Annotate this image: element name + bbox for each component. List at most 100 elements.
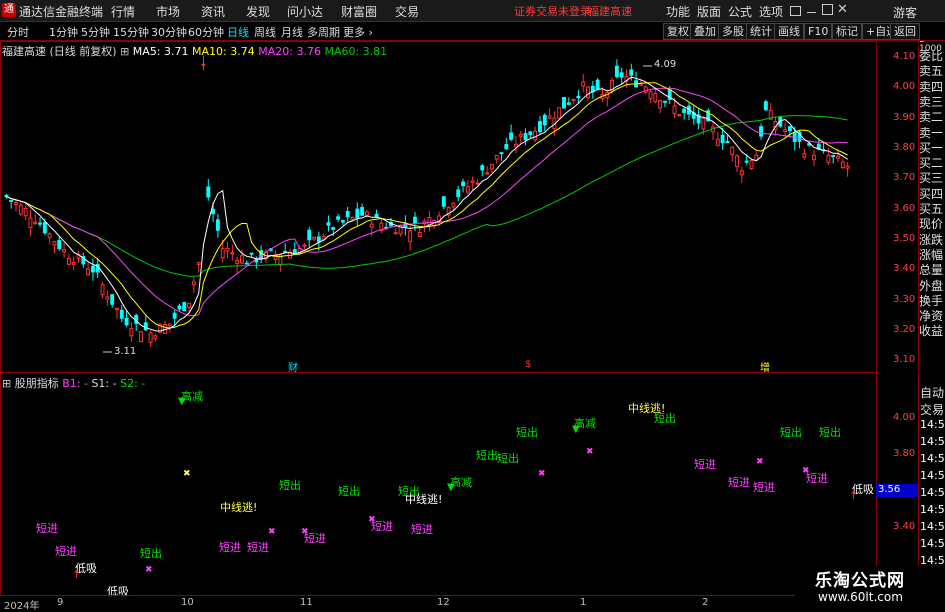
date-tick: 2024年 <box>4 601 40 612</box>
candle-body <box>167 323 172 327</box>
buy-arrow-icon: ↑ <box>849 489 859 502</box>
tab-daily[interactable]: 日线 <box>227 24 249 40</box>
candle-body <box>153 335 158 340</box>
ma5-line <box>6 76 848 332</box>
candle-body <box>586 86 590 98</box>
watermark-title: 乐淘公式网 <box>815 571 905 591</box>
tab-30min[interactable]: 30分钟 <box>151 24 187 40</box>
candle-body <box>662 100 667 103</box>
tab-60min[interactable]: 60分钟 <box>188 24 224 40</box>
back-button[interactable]: 返回 <box>890 23 920 40</box>
candle-body <box>730 146 735 155</box>
cross-marker-icon: ✖ <box>368 515 376 525</box>
menu-ask[interactable]: 问小达 <box>287 3 323 20</box>
candle-body <box>62 249 67 253</box>
stats-button[interactable]: 统计 <box>746 23 776 40</box>
candle-body <box>86 268 91 276</box>
candle-body <box>845 165 850 169</box>
menu-wealth[interactable]: 财富圈 <box>341 3 377 20</box>
menu-news[interactable]: 资讯 <box>201 3 225 20</box>
candle-body <box>489 163 494 170</box>
candle-body <box>100 284 105 296</box>
candle-body <box>340 220 345 223</box>
maximize-icon[interactable] <box>822 4 833 15</box>
cross-marker-icon: ✖ <box>301 527 309 537</box>
candle-body <box>345 211 350 218</box>
candle-body <box>9 200 14 203</box>
menu-options[interactable]: 选项 <box>759 3 783 20</box>
tab-multi-period[interactable]: 多周期 <box>307 24 340 40</box>
candle-body <box>316 236 321 243</box>
signal-label: 短出 <box>819 426 841 439</box>
close-icon[interactable]: ✕ <box>837 2 848 17</box>
price-tick: 3.40 <box>893 263 916 274</box>
cross-marker-icon: ✖ <box>268 527 276 537</box>
candle-body <box>485 172 490 175</box>
tab-intraday[interactable]: 分时 <box>7 24 29 40</box>
candle-body <box>441 196 446 207</box>
menu-function[interactable]: 功能 <box>666 3 690 20</box>
candle-body <box>124 317 129 326</box>
sell-arrow-icon: ▼ <box>572 424 580 435</box>
tab-weekly[interactable]: 周线 <box>254 24 276 40</box>
adjust-button[interactable]: 复权 <box>663 23 693 40</box>
multi-stock-button[interactable]: 多股 <box>718 23 748 40</box>
candle-body <box>220 248 225 259</box>
signal-label: 短进 <box>55 545 77 558</box>
sell-arrow-icon: ▼ <box>178 396 186 407</box>
candle-body <box>71 262 76 265</box>
buy-arrow-icon: ↑ <box>72 568 82 581</box>
candle-body <box>677 114 682 117</box>
tab-monthly[interactable]: 月线 <box>281 24 303 40</box>
price-axis: 4.10 4.00 3.90 3.80 3.70 3.60 3.50 3.40 … <box>876 41 919 371</box>
minimize-icon[interactable] <box>807 12 816 13</box>
sell-arrow-icon: ▼ <box>447 482 455 493</box>
candle-body <box>619 72 624 78</box>
menu-formula[interactable]: 公式 <box>728 3 752 20</box>
draw-button[interactable]: 画线 <box>774 23 804 40</box>
candle-body <box>148 332 153 343</box>
menu-trade[interactable]: 交易 <box>395 3 419 20</box>
candle-body <box>749 160 754 170</box>
menu-quotes[interactable]: 行情 <box>111 3 135 20</box>
candle-body <box>66 257 71 265</box>
candle-body <box>302 244 307 247</box>
candle-body <box>465 186 470 193</box>
ma10-line <box>6 82 848 329</box>
candle-body <box>417 232 422 238</box>
candle-body <box>369 223 374 228</box>
candle-body <box>42 221 47 234</box>
mark-button[interactable]: 标记 <box>832 23 862 40</box>
tick-time: 14:56 <box>920 520 945 533</box>
ind-tick: 3.40 <box>893 521 916 532</box>
candle-body <box>393 232 398 235</box>
event-marker-dividend[interactable]: $ <box>525 359 531 370</box>
candle-body <box>763 101 768 111</box>
menu-discover[interactable]: 发现 <box>246 3 270 20</box>
candle-body <box>38 222 42 225</box>
signal-label: 短出 <box>476 449 498 462</box>
tick-time: 14:56 <box>920 537 945 550</box>
candle-body <box>682 108 687 113</box>
signal-layer: 高减 短进 短进 低吸 低吸 短出 中线逃! 短进 短进 短出 短进 短出 短进… <box>0 372 875 598</box>
login-warning[interactable]: 证券交易未登录 <box>514 3 591 19</box>
candle-body <box>110 294 115 305</box>
restore-icon[interactable] <box>790 6 801 16</box>
kline-chart[interactable] <box>0 41 875 371</box>
menu-market[interactable]: 市场 <box>156 3 180 20</box>
tab-5min[interactable]: 5分钟 <box>81 24 110 40</box>
overlay-button[interactable]: 叠加 <box>690 23 720 40</box>
app-title: 通达信金融终端 <box>19 5 104 19</box>
app-logo: 通 <box>2 3 16 17</box>
tab-more[interactable]: 更多 › <box>343 24 373 40</box>
date-tick: 2 <box>702 597 709 608</box>
candle-body <box>840 161 845 168</box>
candle-body <box>331 227 336 230</box>
tab-15min[interactable]: 15分钟 <box>113 24 149 40</box>
candle-body <box>4 194 9 198</box>
f10-button[interactable]: F10 <box>804 23 833 40</box>
menu-layout[interactable]: 版面 <box>697 3 721 20</box>
signal-label: 中线逃! <box>220 501 258 514</box>
guest-label[interactable]: 游客 <box>893 4 917 21</box>
tab-1min[interactable]: 1分钟 <box>49 24 78 40</box>
